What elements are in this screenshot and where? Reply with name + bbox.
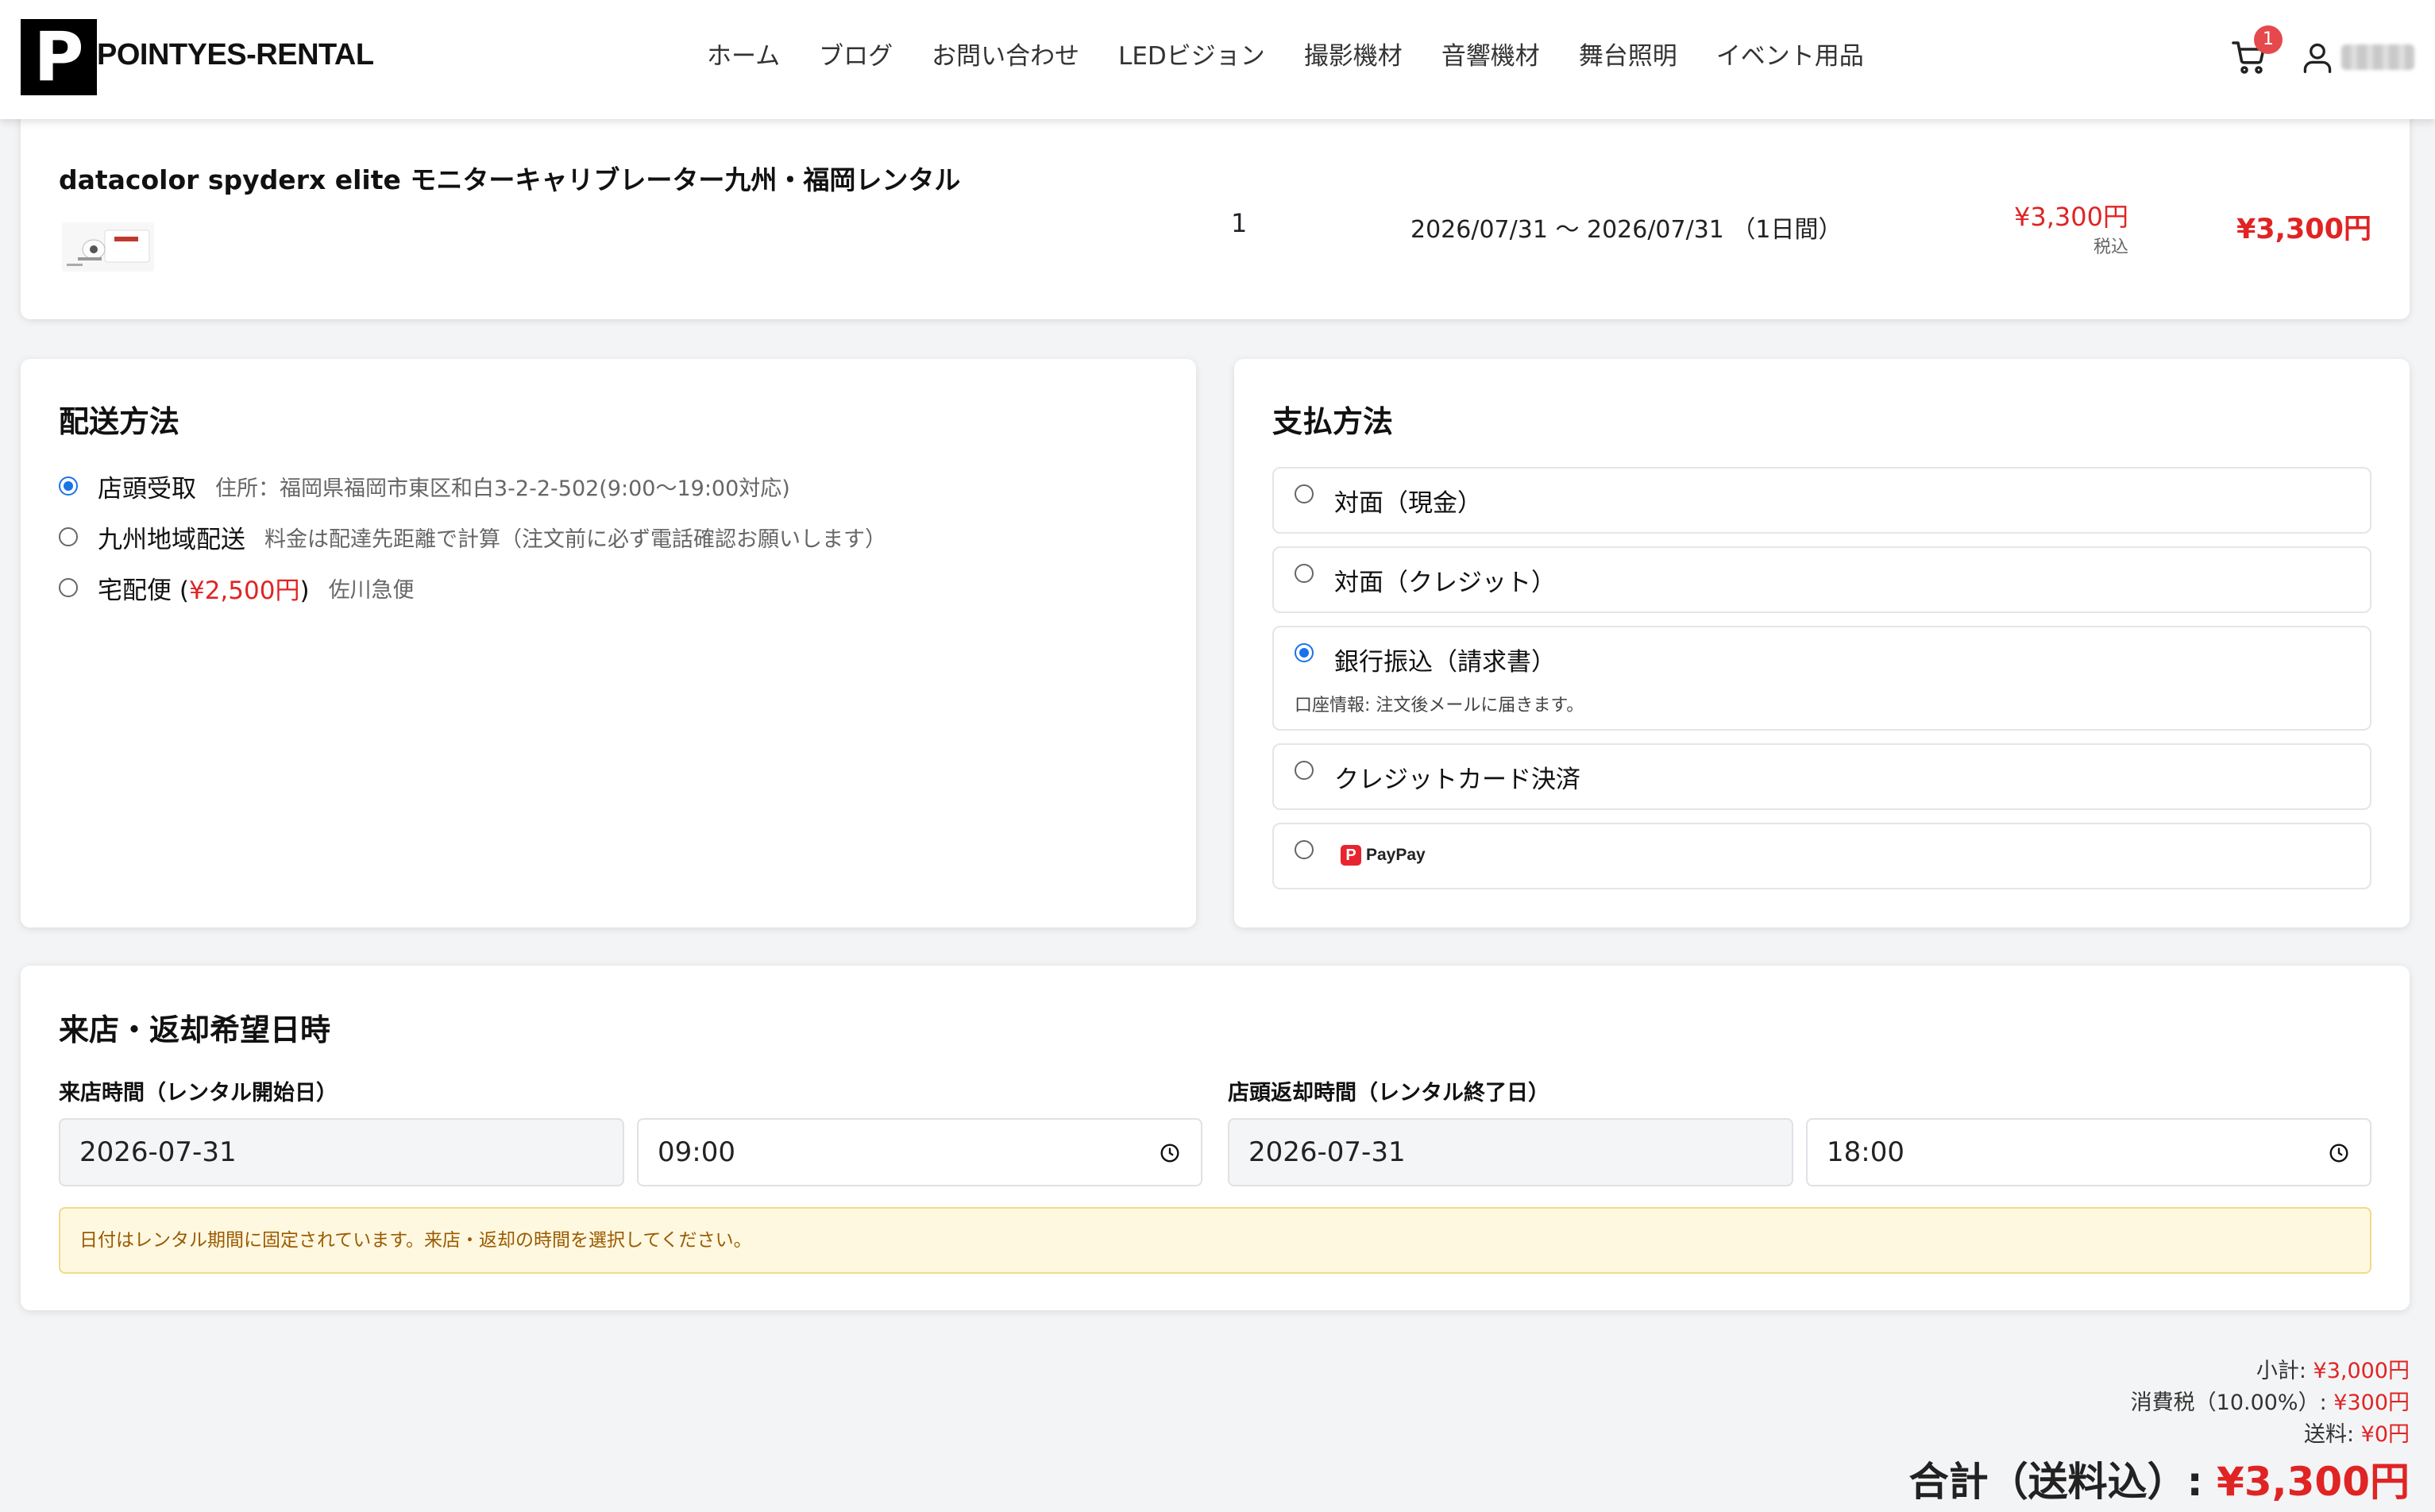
shipping-method-card: 配送方法 店頭受取 住所：福岡県福岡市東区和白3-2-2-502(9:00〜19… [21, 359, 1196, 928]
price-close-paren: ) [299, 576, 310, 605]
nav-event-goods[interactable]: イベント用品 [1716, 37, 1864, 76]
shipping-option-label[interactable]: 九州地域配送 [98, 519, 245, 555]
bank-transfer-note: 口座情報: 注文後メールに届きます。 [1295, 696, 1584, 716]
radio-credit-card[interactable] [1295, 761, 1314, 780]
start-time-input[interactable]: 09:00 [637, 1118, 1202, 1186]
nav-home[interactable]: ホーム [707, 37, 780, 76]
nav-camera-equipment[interactable]: 撮影機材 [1304, 37, 1403, 76]
shipping-option-kyushu-delivery[interactable]: 九州地域配送 料金は配達先距離で計算（注文前に必ず電話確認お願いします） [59, 519, 886, 554]
radio-cash[interactable] [1295, 484, 1314, 503]
nav-audio-equipment[interactable]: 音響機材 [1441, 37, 1540, 76]
shipping-option-note: 料金は配達先距離で計算（注文前に必ず電話確認お願いします） [264, 526, 886, 552]
shipping-option-note: 佐川急便 [328, 577, 415, 603]
subtotal-line: 小計: ¥3,000円 [2256, 1353, 2410, 1384]
nav-contact[interactable]: お問い合わせ [932, 37, 1079, 76]
shipping-fee-value: ¥0円 [2360, 1422, 2410, 1447]
tax-label: 消費税（10.00%）: [2130, 1390, 2334, 1415]
user-icon[interactable] [2300, 38, 2335, 76]
start-date-field: 2026-07-31 [59, 1118, 624, 1186]
shipping-option-label[interactable]: 店頭受取 [98, 469, 196, 504]
paypay-label: PayPay [1366, 846, 1426, 864]
shipping-fee-line: 送料: ¥0円 [2304, 1417, 2410, 1448]
payment-option-credit-card[interactable]: クレジットカード決済 [1272, 743, 2371, 810]
radio-store-pickup[interactable] [59, 476, 78, 496]
user-name-redacted[interactable] [2341, 44, 2414, 70]
radio-kyushu-delivery[interactable] [59, 527, 78, 546]
payment-option-label[interactable]: 銀行振込（請求書） [1334, 642, 1556, 677]
product-quantity: 1 [1231, 208, 1248, 238]
payment-title: 支払方法 [1272, 404, 1394, 439]
tax-value: ¥300円 [2333, 1390, 2410, 1415]
shipping-fee-label: 送料: [2303, 1422, 2361, 1447]
radio-paypay[interactable] [1295, 840, 1314, 859]
grand-total-line: 合計（送料込）: ¥3,300円 [1909, 1450, 2410, 1507]
radio-courier[interactable] [59, 578, 78, 597]
product-thumbnail[interactable] [62, 222, 154, 272]
end-time-value: 18:00 [1827, 1136, 1904, 1168]
start-time-value: 09:00 [658, 1136, 735, 1168]
clock-icon[interactable] [1160, 1143, 1180, 1163]
line-total: ¥3,300円 [2236, 214, 2371, 245]
shipping-option-courier[interactable]: 宅配便 (¥2,500円) 佐川急便 [59, 570, 415, 605]
clock-icon[interactable] [2329, 1143, 2349, 1163]
end-time-input[interactable]: 18:00 [1806, 1118, 2371, 1186]
radio-credit-in-person[interactable] [1295, 564, 1314, 583]
visit-return-card: 来店・返却希望日時 来店時間（レンタル開始日） 店頭返却時間（レンタル終了日） … [21, 966, 2410, 1310]
payment-option-label[interactable]: クレジットカード決済 [1334, 759, 1580, 795]
date-fixed-notice: 日付はレンタル期間に固定されています。来店・返却の時間を選択してください。 [59, 1207, 2371, 1274]
nav-stage-lighting[interactable]: 舞台照明 [1579, 37, 1677, 76]
shipping-title: 配送方法 [59, 404, 180, 439]
tax-included-label: 税込 [2093, 237, 2128, 257]
brand-name[interactable]: POINTYES-RENTAL [97, 38, 374, 72]
payment-option-label[interactable]: 対面（現金） [1334, 483, 1482, 519]
start-time-label: 来店時間（レンタル開始日） [59, 1081, 338, 1105]
shipping-option-note: 住所：福岡県福岡市東区和白3-2-2-502(9:00〜19:00対応) [215, 476, 790, 501]
subtotal-value: ¥3,000円 [2313, 1359, 2410, 1383]
grand-total-label: 合計（送料込）: [1908, 1459, 2217, 1505]
tax-line: 消費税（10.00%）: ¥300円 [2131, 1385, 2410, 1416]
end-time-label: 店頭返却時間（レンタル終了日） [1228, 1081, 1549, 1105]
payment-option-cash[interactable]: 対面（現金） [1272, 467, 2371, 534]
shipping-option-store-pickup[interactable]: 店頭受取 住所：福岡県福岡市東区和白3-2-2-502(9:00〜19:00対応… [59, 469, 790, 503]
unit-price: ¥3,300円 [2014, 202, 2128, 232]
payment-option-credit-in-person[interactable]: 対面（クレジット） [1272, 546, 2371, 613]
cart-count-badge: 1 [2254, 25, 2283, 54]
radio-bank-transfer[interactable] [1295, 643, 1314, 662]
shipping-option-label[interactable]: 宅配便 (¥2,500円) [98, 570, 310, 606]
main-nav: ホーム ブログ お問い合わせ LEDビジョン 撮影機材 音響機材 舞台照明 イベ… [707, 37, 1903, 76]
end-date-field: 2026-07-31 [1228, 1118, 1793, 1186]
grand-total-value: ¥3,300円 [2217, 1459, 2410, 1505]
visit-title: 来店・返却希望日時 [59, 1012, 331, 1047]
payment-option-paypay[interactable]: P PayPay [1272, 823, 2371, 889]
subtotal-label: 小計: [2256, 1359, 2313, 1383]
payment-option-label[interactable]: 対面（クレジット） [1334, 562, 1556, 598]
courier-price: ¥2,500円 [188, 576, 300, 605]
nav-led-vision[interactable]: LEDビジョン [1118, 37, 1265, 76]
rental-period: 2026/07/31 〜 2026/07/31 （1日間） [1410, 216, 1843, 244]
shipping-option-name: 宅配便 [98, 576, 172, 605]
product-title[interactable]: datacolor spyderx elite モニターキャリブレーター九州・福… [59, 159, 960, 197]
cart-item-card: datacolor spyderx elite モニターキャリブレーター九州・福… [21, 103, 2410, 319]
paypay-icon: P [1341, 845, 1361, 866]
product-image-icon [62, 222, 154, 272]
payment-option-bank-transfer[interactable]: 銀行振込（請求書） 口座情報: 注文後メールに届きます。 [1272, 626, 2371, 731]
site-header: P POINTYES-RENTAL ホーム ブログ お問い合わせ LEDビジョン… [0, 0, 2435, 119]
price-open-paren: ( [179, 576, 189, 605]
nav-blog[interactable]: ブログ [819, 37, 893, 76]
logo-mark[interactable]: P [21, 19, 97, 95]
payment-method-card: 支払方法 対面（現金） 対面（クレジット） 銀行振込（請求書） 口座情報: 注文… [1234, 359, 2410, 928]
paypay-logo[interactable]: P PayPay [1341, 845, 1426, 866]
